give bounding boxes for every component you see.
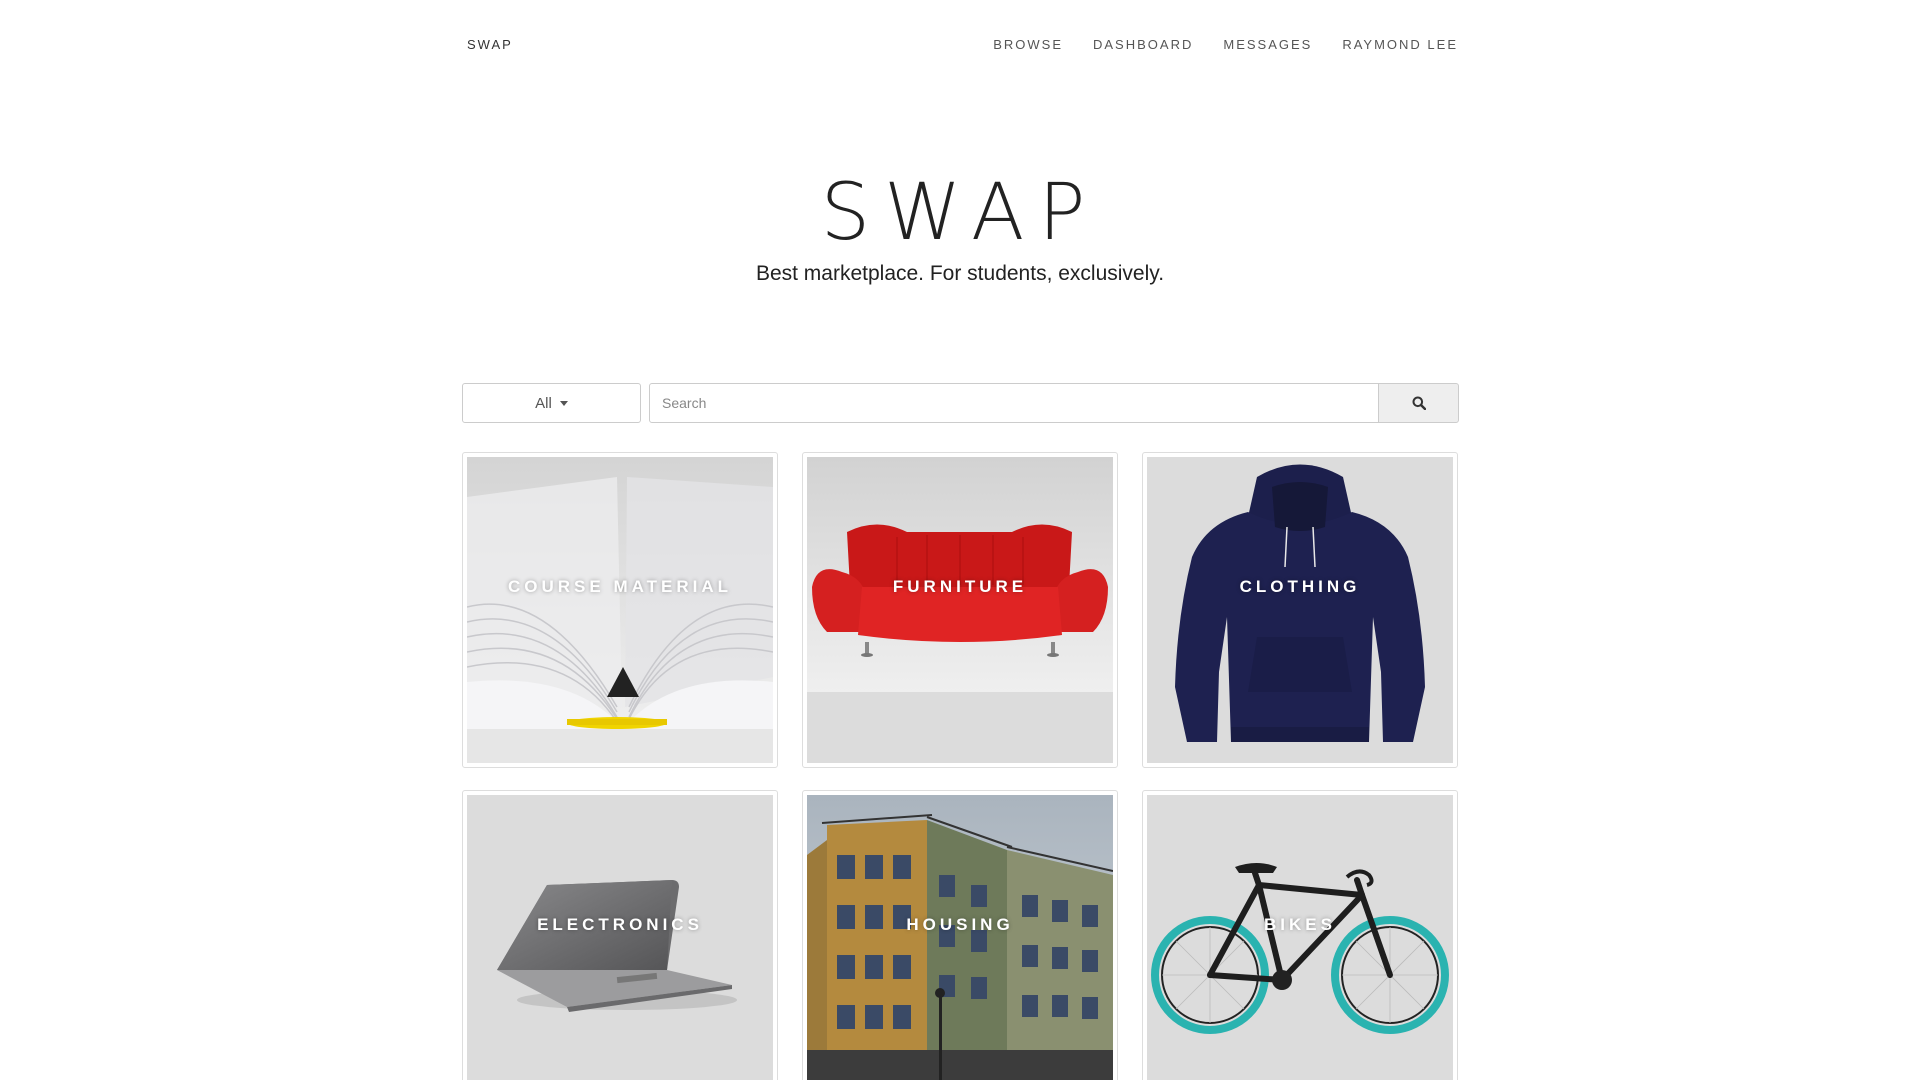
search-icon: [1412, 396, 1426, 410]
category-card-clothing[interactable]: CLOTHING: [1142, 452, 1458, 768]
search-bar: All: [462, 383, 1459, 423]
category-selected-label: All: [535, 394, 552, 412]
category-dropdown[interactable]: All: [462, 383, 641, 423]
caret-down-icon: [559, 400, 568, 406]
category-card-furniture[interactable]: FURNITURE: [802, 452, 1118, 768]
category-label: BIKES: [1264, 915, 1336, 934]
bicycle-image: [1147, 795, 1453, 1080]
search-button[interactable]: [1378, 383, 1459, 423]
category-label: CLOTHING: [1239, 577, 1361, 596]
hero-title: SWAP: [820, 168, 1100, 258]
nav-user-account[interactable]: RAYMOND LEE: [1342, 37, 1458, 52]
navy-hoodie-image: [1147, 457, 1453, 763]
laptop-image: [467, 795, 773, 1080]
category-label: COURSE MATERIAL: [507, 577, 732, 596]
category-label: FURNITURE: [892, 577, 1028, 596]
top-nav: SWAP BROWSE DASHBOARD MESSAGES RAYMOND L…: [462, 0, 1458, 90]
red-sofa-image: [807, 457, 1113, 763]
brand-logo[interactable]: SWAP: [467, 37, 513, 52]
open-book-image: [467, 457, 773, 763]
apartment-building-image: [807, 795, 1113, 1080]
category-card-electronics[interactable]: ELECTRONICS: [462, 790, 778, 1080]
page-container: SWAP BROWSE DASHBOARD MESSAGES RAYMOND L…: [462, 0, 1459, 1080]
hero-tagline: Best marketplace. For students, exclusiv…: [755, 262, 1165, 285]
category-card-course-material[interactable]: COURSE MATERIAL: [462, 452, 778, 768]
nav-browse[interactable]: BROWSE: [993, 37, 1063, 52]
category-card-housing[interactable]: HOUSING: [802, 790, 1118, 1080]
category-label: ELECTRONICS: [537, 915, 703, 934]
search-input[interactable]: [649, 383, 1379, 423]
nav-dashboard[interactable]: DASHBOARD: [1093, 37, 1193, 52]
nav-messages[interactable]: MESSAGES: [1223, 37, 1312, 52]
nav-links: BROWSE DASHBOARD MESSAGES RAYMOND LEE: [993, 37, 1458, 52]
category-card-bikes[interactable]: BIKES: [1142, 790, 1458, 1080]
category-label: HOUSING: [906, 915, 1014, 934]
